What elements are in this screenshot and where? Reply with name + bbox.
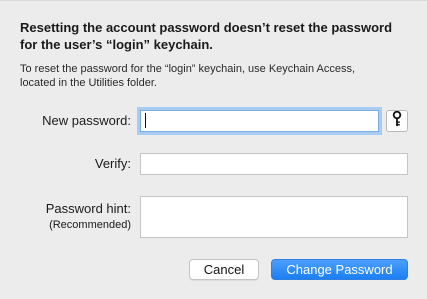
headline-line-1: Resetting the account password doesn’t r… [20, 20, 393, 35]
password-hint-label: Password hint: [45, 201, 131, 216]
info-line-1: To reset the password for the “login” ke… [20, 63, 356, 75]
new-password-field[interactable] [140, 110, 379, 132]
verify-password-field[interactable] [140, 153, 408, 175]
key-icon [392, 110, 402, 132]
password-hint-field[interactable] [140, 196, 408, 238]
new-password-label: New password: [42, 113, 131, 128]
text-caret [145, 113, 146, 128]
info-line-2: located in the Utilities folder. [20, 77, 157, 89]
password-hint-sublabel: (Recommended) [49, 219, 131, 231]
reset-password-dialog: Resetting the account password doesn’t r… [0, 0, 427, 299]
dialog-info-text: To reset the password for the “login” ke… [20, 62, 415, 90]
verify-label: Verify: [94, 156, 131, 171]
dialog-headline: Resetting the account password doesn’t r… [20, 19, 415, 53]
cancel-button[interactable]: Cancel [189, 259, 259, 280]
change-password-button[interactable]: Change Password [271, 259, 408, 280]
headline-line-2: for the user’s “login” keychain. [20, 37, 213, 52]
password-assistant-button[interactable] [386, 110, 408, 132]
